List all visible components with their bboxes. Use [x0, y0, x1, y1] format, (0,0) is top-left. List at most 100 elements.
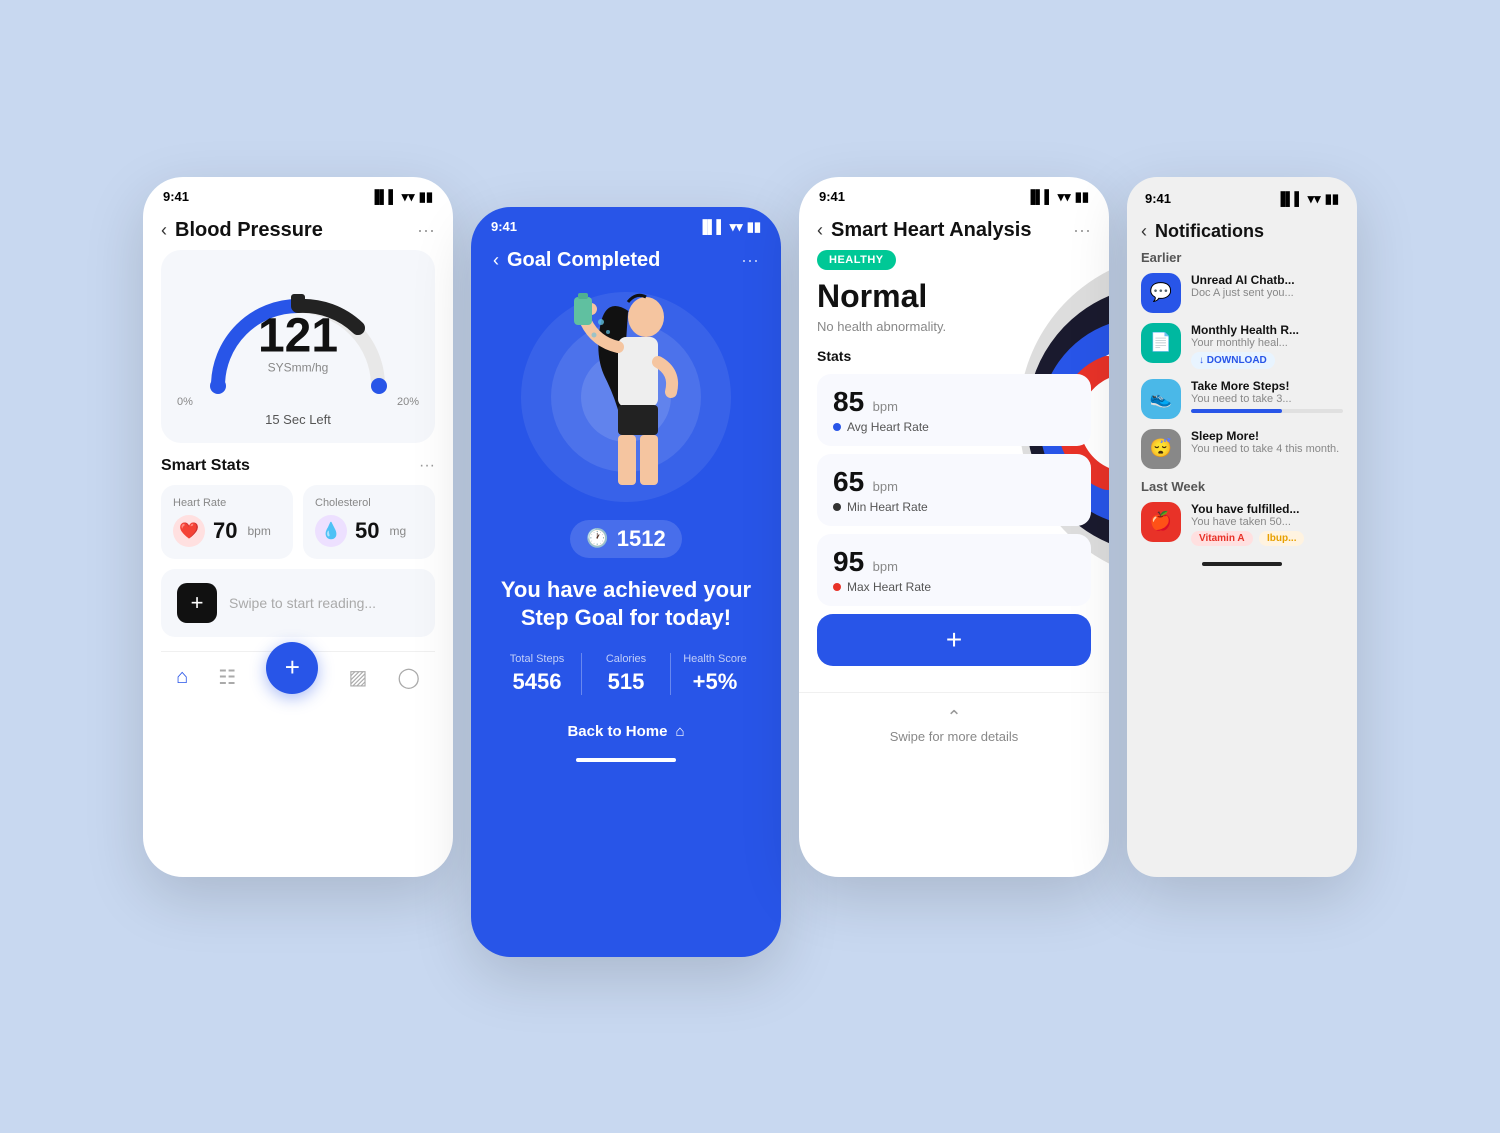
status-icons-3: ▐▌▌ ▾▾ ▮▮ [1026, 189, 1089, 205]
min-hr-card: 65 bpm Min Heart Rate [817, 454, 1091, 526]
more-options-2[interactable]: ··· [741, 250, 759, 271]
timer-label: 15 Sec Left [265, 412, 331, 427]
signal-icon: ▐▌▌ [370, 189, 398, 204]
notifications-title: Notifications [1155, 221, 1343, 242]
download-pill[interactable]: ↓ DOWNLOAD [1191, 352, 1275, 369]
goal-title: You have achieved your Step Goal for tod… [493, 576, 759, 633]
nav-row-3: ‹ Smart Heart Analysis ··· [817, 219, 1091, 242]
gauge-container: 121 SYSmm/hg 0% 20% 15 Sec Left [161, 250, 435, 443]
nav-row-4: ‹ Notifications [1141, 221, 1343, 242]
nav-row-2: ‹ Goal Completed ··· [493, 249, 759, 272]
back-button-2[interactable]: ‹ [493, 250, 499, 271]
smart-stats-more[interactable]: ··· [419, 457, 435, 475]
dark-dot [833, 503, 841, 511]
notif-item-2[interactable]: 📄 Monthly Health R... Your monthly heal.… [1141, 323, 1343, 369]
back-button-1[interactable]: ‹ [161, 220, 167, 241]
phone-smart-heart: 9:41 ▐▌▌ ▾▾ ▮▮ ‹ Smart Hea [799, 177, 1109, 877]
nav-row-1: ‹ Blood Pressure ··· [161, 219, 435, 242]
battery-icon-4: ▮▮ [1325, 191, 1339, 207]
page-title-2: Goal Completed [507, 249, 741, 272]
notif-icon-3: 👟 [1141, 379, 1181, 419]
max-hr-card: 95 bpm Max Heart Rate [817, 534, 1091, 606]
doc-nav-icon[interactable]: ☷ [218, 665, 236, 690]
page-title-1: Blood Pressure [175, 219, 417, 242]
cholesterol-card: Cholesterol 💧 50 mg [303, 485, 435, 559]
time-1: 9:41 [163, 189, 189, 204]
gauge-value: 121 SYSmm/hg [258, 312, 338, 374]
home-icon: ⌂ [675, 723, 684, 740]
time-4: 9:41 [1145, 191, 1171, 206]
steps-progress-fill [1191, 409, 1282, 413]
section-earlier: Earlier [1141, 250, 1343, 265]
steps-badge: 🕐 1512 [570, 520, 681, 558]
heart-status-sub: No health abnormality. [817, 319, 1091, 334]
status-bar-3: 9:41 ▐▌▌ ▾▾ ▮▮ [799, 177, 1109, 209]
notif-icon-1: 💬 [1141, 273, 1181, 313]
more-options-3[interactable]: ··· [1073, 220, 1091, 241]
phone-goal-completed: 9:41 ▐▌▌ ▾▾ ▮▮ ‹ Goal Completed ··· [471, 207, 781, 957]
phone2-content: ‹ Goal Completed ··· [471, 239, 781, 784]
heart-rate-card: Heart Rate ❤️ 70 bpm [161, 485, 293, 559]
steps-progress-bar [1191, 409, 1343, 413]
wifi-icon-4: ▾▾ [1308, 191, 1321, 207]
notif-item-1[interactable]: 💬 Unread AI Chatb... Doc A just sent you… [1141, 273, 1343, 313]
total-steps-stat: Total Steps 5456 [493, 653, 581, 695]
time-2: 9:41 [491, 219, 517, 234]
gauge-labels: 0% 20% [177, 396, 419, 408]
back-button-3[interactable]: ‹ [817, 220, 823, 241]
phone-notifications: 9:41 ▐▌▌ ▾▾ ▮▮ ‹ Notifications Earlier 💬… [1127, 177, 1357, 877]
phone4-content: ‹ Notifications Earlier 💬 Unread AI Chat… [1127, 213, 1357, 580]
swipe-text: Swipe to start reading... [229, 595, 376, 611]
home-nav-icon[interactable]: ⌂ [176, 666, 188, 689]
person-nav-icon[interactable]: ◯ [398, 665, 420, 690]
battery-icon: ▮▮ [419, 189, 433, 205]
red-dot [833, 583, 841, 591]
back-home-button[interactable]: Back to Home ⌂ [493, 713, 759, 750]
vitamin-a-tag: Vitamin A [1191, 531, 1253, 546]
fab-button[interactable]: + [266, 642, 318, 694]
swipe-bar[interactable]: + Swipe to start reading... [161, 569, 435, 637]
wifi-icon-2: ▾▾ [730, 219, 743, 235]
status-icons-2: ▐▌▌ ▾▾ ▮▮ [698, 219, 761, 235]
swipe-more-section[interactable]: ⌃ Swipe for more details [799, 692, 1109, 760]
phone3-content: ‹ Smart Heart Analysis ··· HEALTHY Norma… [799, 209, 1109, 684]
section-last-week: Last Week [1141, 479, 1343, 494]
chevron-up-icon: ⌃ [813, 707, 1095, 728]
more-options-1[interactable]: ··· [417, 220, 435, 241]
figure-svg [546, 287, 706, 497]
wifi-icon-3: ▾▾ [1058, 189, 1071, 205]
notif-item-5[interactable]: 🍎 You have fulfilled... You have taken 5… [1141, 502, 1343, 546]
status-bar-2: 9:41 ▐▌▌ ▾▾ ▮▮ [471, 207, 781, 239]
notif-icon-5: 🍎 [1141, 502, 1181, 542]
add-stat-button[interactable]: + [817, 614, 1091, 666]
goal-stats-row: Total Steps 5456 Calories 515 Health Sco… [493, 653, 759, 695]
stats-row: Heart Rate ❤️ 70 bpm Cholesterol 💧 50 mg [161, 485, 435, 559]
smart-stats-title: Smart Stats [161, 457, 250, 475]
status-icons-4: ▐▌▌ ▾▾ ▮▮ [1276, 191, 1339, 207]
gauge-wrapper: 121 SYSmm/hg [188, 266, 408, 396]
battery-icon-2: ▮▮ [747, 219, 761, 235]
signal-icon-3: ▐▌▌ [1026, 189, 1054, 204]
notif-icon-4: 😴 [1141, 429, 1181, 469]
home-indicator-4 [1202, 562, 1282, 566]
back-button-4[interactable]: ‹ [1141, 221, 1147, 242]
heart-status-title: Normal [817, 278, 1091, 315]
goal-illustration [493, 282, 759, 502]
phones-container: 9:41 ▐▌▌ ▾▾ ▮▮ ‹ Blood Pressure ··· [143, 177, 1357, 957]
time-3: 9:41 [819, 189, 845, 204]
smart-stats-header: Smart Stats ··· [161, 457, 435, 475]
notif-item-3[interactable]: 👟 Take More Steps! You need to take 3... [1141, 379, 1343, 419]
heart-icon: ❤️ [173, 515, 205, 547]
status-icons-1: ▐▌▌ ▾▾ ▮▮ [370, 189, 433, 205]
healthy-badge: HEALTHY [817, 250, 896, 270]
chart-nav-icon[interactable]: ▨ [348, 665, 367, 690]
drop-icon: 💧 [315, 515, 347, 547]
wifi-icon: ▾▾ [402, 189, 415, 205]
add-reading-button[interactable]: + [177, 583, 217, 623]
ibuprofen-tag: Ibup... [1259, 531, 1304, 546]
notif-item-4[interactable]: 😴 Sleep More! You need to take 4 this mo… [1141, 429, 1343, 469]
status-bar-1: 9:41 ▐▌▌ ▾▾ ▮▮ [143, 177, 453, 209]
signal-icon-4: ▐▌▌ [1276, 191, 1304, 206]
clock-icon: 🕐 [586, 528, 608, 549]
avg-hr-card: 85 bpm Avg Heart Rate [817, 374, 1091, 446]
